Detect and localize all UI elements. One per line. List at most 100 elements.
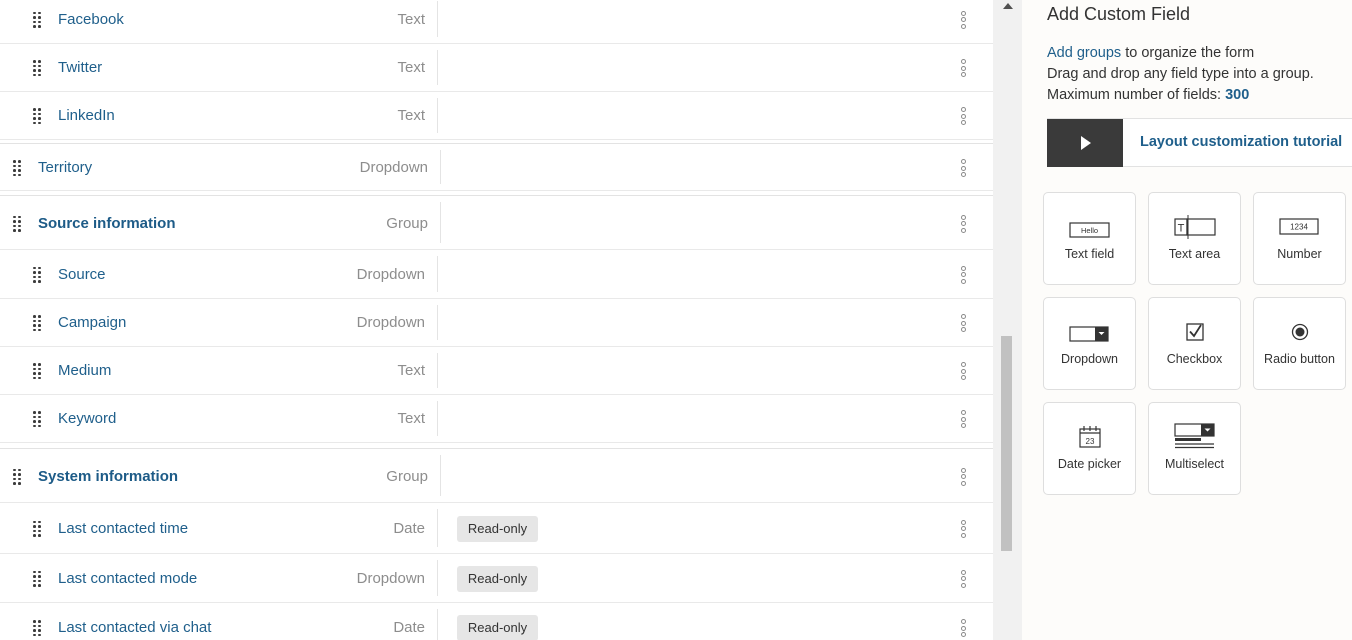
field-type: Text (397, 59, 425, 76)
read-only-badge: Read-only (457, 515, 538, 542)
svg-text:T: T (1178, 223, 1185, 235)
scroll-up-arrow-icon[interactable] (1003, 3, 1013, 9)
column-divider (437, 401, 438, 436)
column-divider (437, 50, 438, 85)
tile-number[interactable]: 1234 Number (1253, 192, 1346, 285)
field-row[interactable]: Last contacted mode Dropdown Read-only (0, 554, 993, 603)
drag-handle-icon[interactable] (33, 266, 41, 283)
column-divider (437, 256, 438, 292)
more-options-icon[interactable] (960, 265, 967, 284)
more-options-icon[interactable] (960, 214, 967, 233)
drag-handle-icon[interactable] (33, 520, 41, 537)
column-divider (440, 455, 441, 496)
field-name[interactable]: Medium (58, 362, 111, 379)
column-divider (437, 353, 438, 388)
field-name[interactable]: Campaign (58, 314, 126, 331)
tile-text-field[interactable]: Hello Text field (1043, 192, 1136, 285)
field-row[interactable]: Keyword Text (0, 395, 993, 443)
add-groups-link[interactable]: Add groups (1047, 45, 1121, 61)
field-type: Text (397, 362, 425, 379)
field-row[interactable]: Source Dropdown (0, 250, 993, 299)
column-divider (437, 1, 438, 37)
more-options-icon[interactable] (960, 159, 967, 177)
group-name[interactable]: System information (38, 468, 178, 485)
tile-checkbox[interactable]: Checkbox (1148, 297, 1241, 390)
help-line-max: Maximum number of fields: 300 (1047, 87, 1249, 103)
field-row[interactable]: Territory Dropdown (0, 143, 993, 191)
tile-label: Radio button (1264, 352, 1335, 366)
field-type: Dropdown (359, 159, 428, 176)
more-options-icon[interactable] (960, 362, 967, 380)
more-options-icon[interactable] (960, 59, 967, 77)
more-options-icon[interactable] (960, 314, 967, 332)
field-type: Text (397, 10, 425, 28)
more-options-icon[interactable] (960, 410, 967, 428)
field-row[interactable]: Campaign Dropdown (0, 299, 993, 347)
drag-handle-icon[interactable] (33, 411, 41, 428)
drag-handle-icon[interactable] (33, 60, 41, 77)
field-name[interactable]: Keyword (58, 410, 116, 427)
drag-handle-icon[interactable] (33, 620, 41, 637)
drag-handle-icon[interactable] (13, 468, 21, 485)
tile-radio-button[interactable]: Radio button (1253, 297, 1346, 390)
tile-text-area[interactable]: T Text area (1148, 192, 1241, 285)
field-name[interactable]: Twitter (58, 59, 102, 76)
column-divider (437, 509, 438, 547)
field-name[interactable]: Last contacted via chat (58, 619, 211, 636)
tile-date-picker[interactable]: 23 Date picker (1043, 402, 1136, 495)
tile-dropdown[interactable]: Dropdown (1043, 297, 1136, 390)
column-divider (440, 150, 441, 184)
drag-handle-icon[interactable] (13, 160, 21, 177)
more-options-icon[interactable] (960, 619, 967, 637)
field-row[interactable]: Twitter Text (0, 44, 993, 92)
field-name[interactable]: Territory (38, 159, 92, 176)
tutorial-label[interactable]: Layout customization tutorial (1140, 134, 1342, 150)
drag-handle-icon[interactable] (33, 108, 41, 125)
more-options-icon[interactable] (960, 107, 967, 125)
field-name[interactable]: Last contacted mode (58, 570, 197, 587)
more-options-icon[interactable] (960, 519, 967, 538)
field-row[interactable]: LinkedIn Text (0, 92, 993, 140)
tile-label: Text field (1064, 247, 1115, 261)
tile-multiselect[interactable]: Multiselect (1148, 402, 1241, 495)
tile-label: Checkbox (1166, 352, 1223, 366)
column-divider (437, 98, 438, 133)
drag-handle-icon[interactable] (33, 315, 41, 332)
field-type: Group (386, 214, 428, 232)
read-only-badge: Read-only (457, 565, 538, 592)
help-line-groups: Add groups to organize the form (1047, 45, 1254, 61)
tutorial-link[interactable]: Layout customization tutorial (1047, 118, 1352, 167)
column-divider (437, 560, 438, 596)
drag-handle-icon[interactable] (33, 570, 41, 587)
field-row[interactable]: Last contacted via chat Date Read-only (0, 603, 993, 640)
group-name[interactable]: Source information (38, 215, 176, 232)
help-line-drag: Drag and drop any field type into a grou… (1047, 66, 1314, 82)
drag-handle-icon[interactable] (33, 11, 41, 28)
play-icon[interactable] (1047, 119, 1123, 167)
scrollbar[interactable] (993, 0, 1022, 640)
more-options-icon[interactable] (960, 569, 967, 588)
drag-handle-icon[interactable] (33, 363, 41, 380)
field-name[interactable]: Facebook (58, 11, 124, 28)
field-row[interactable]: Facebook Text (0, 0, 993, 44)
read-only-badge: Read-only (457, 615, 538, 640)
drag-handle-icon[interactable] (13, 215, 21, 232)
tile-label: Number (1277, 247, 1322, 261)
more-options-icon[interactable] (960, 10, 967, 29)
group-row[interactable]: System information Group (0, 448, 993, 503)
tile-label: Date picker (1057, 457, 1122, 471)
tile-label: Multiselect (1164, 457, 1225, 471)
field-row[interactable]: Last contacted time Date Read-only (0, 503, 993, 554)
group-row[interactable]: Source information Group (0, 195, 993, 250)
field-type: Dropdown (356, 314, 425, 331)
column-divider (437, 305, 438, 340)
more-options-icon[interactable] (960, 467, 967, 486)
field-name[interactable]: LinkedIn (58, 107, 115, 124)
field-name[interactable]: Last contacted time (58, 520, 188, 537)
field-type: Dropdown (356, 569, 425, 587)
field-row[interactable]: Medium Text (0, 347, 993, 395)
scroll-thumb[interactable] (1001, 336, 1012, 551)
tile-label: Text area (1168, 247, 1221, 261)
max-fields-value: 300 (1225, 87, 1250, 103)
field-name[interactable]: Source (58, 266, 106, 283)
